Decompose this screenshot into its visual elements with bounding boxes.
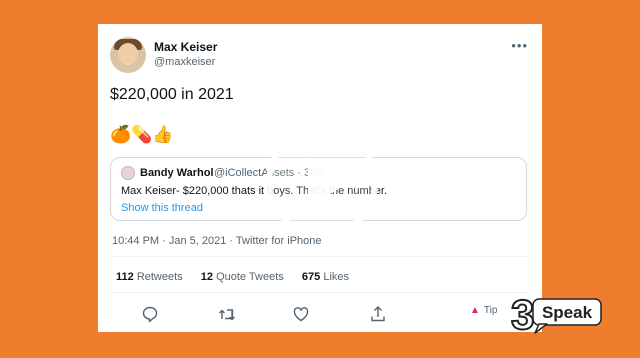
logo-text: Speak (542, 303, 593, 322)
reply-icon[interactable] (140, 304, 160, 324)
divider (110, 292, 530, 293)
more-options-icon[interactable]: ••• (511, 38, 528, 53)
author-name[interactable]: Max Keiser (154, 40, 217, 54)
play-video-icon[interactable] (264, 124, 380, 240)
logo-number: 3 (511, 291, 534, 335)
quote-tweets-count[interactable]: 12 (201, 271, 213, 283)
likes-count[interactable]: 675 (302, 271, 320, 283)
tweet-text: $220,000 in 2021 (110, 86, 234, 103)
like-icon[interactable] (291, 304, 311, 324)
likes-label[interactable]: Likes (323, 271, 349, 283)
quote-tweets-label[interactable]: Quote Tweets (216, 271, 284, 283)
tweet-stats: 112 Retweets 12 Quote Tweets 675 Likes (116, 271, 349, 283)
show-thread-link[interactable]: Show this thread (121, 202, 203, 214)
divider (110, 256, 530, 257)
retweets-count[interactable]: 112 (116, 271, 134, 283)
author-avatar[interactable] (110, 37, 146, 73)
share-icon[interactable] (368, 304, 388, 324)
author-handle[interactable]: @maxkeiser (154, 56, 215, 68)
tweet-emojis: 🍊💊👍 (110, 125, 174, 144)
quoted-author-name: Bandy Warhol (140, 167, 214, 179)
retweets-label[interactable]: Retweets (137, 271, 183, 283)
tip-button[interactable]: ▲ Tip (470, 305, 497, 316)
quoted-avatar (121, 166, 135, 180)
tip-icon: ▲ (470, 305, 480, 316)
3speak-logo: 3 Speak (510, 291, 602, 335)
tip-label: Tip (483, 305, 498, 316)
retweet-icon[interactable] (217, 304, 237, 324)
avatar-face (118, 43, 138, 65)
